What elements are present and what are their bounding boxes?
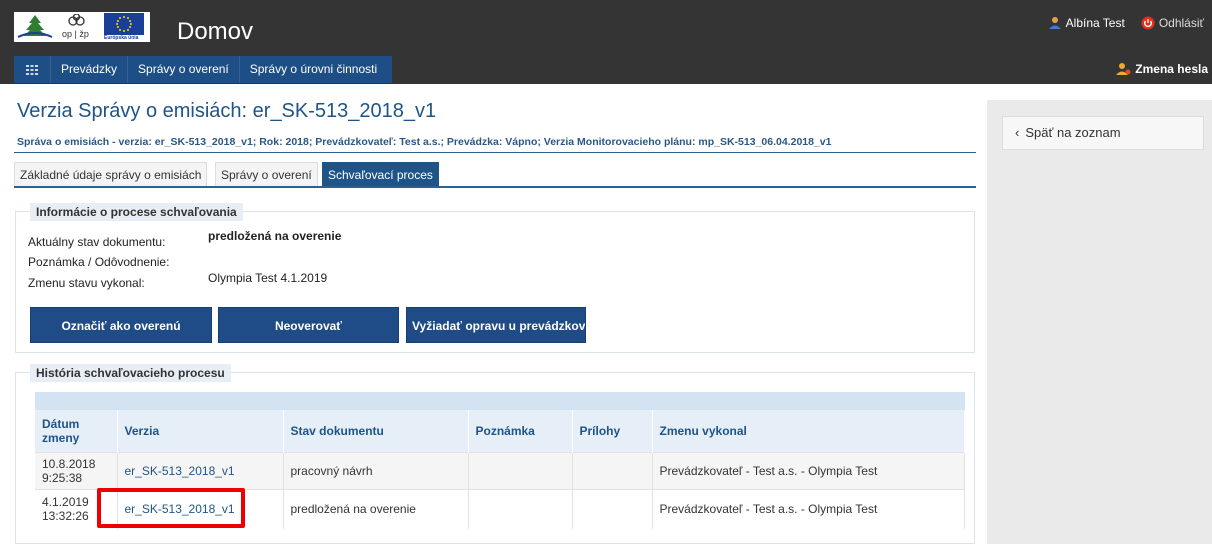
request-fix-button[interactable]: Vyžiadať opravu u prevádzkovateľa bbox=[406, 307, 586, 343]
note-label: Poznámka / Odôvodnenie: bbox=[28, 255, 170, 269]
op-zp-text: op | žp bbox=[62, 29, 89, 39]
column-header-date[interactable]: Dátum zmeny bbox=[35, 410, 118, 452]
change-password-label: Zmena hesla bbox=[1135, 62, 1208, 76]
time-value: 13:32:26 bbox=[42, 509, 89, 524]
date-value: 4.1.2019 bbox=[42, 495, 89, 510]
table-cell-date: 10.8.2018 9:25:38 bbox=[35, 451, 118, 489]
title-divider bbox=[14, 152, 976, 153]
table-cell-note bbox=[468, 488, 573, 529]
date-value: 10.8.2018 bbox=[42, 456, 96, 471]
table-cell-attachments bbox=[572, 451, 653, 489]
table-cell-version: er_SK-513_2018_v1 bbox=[117, 451, 284, 489]
key-user-icon bbox=[1116, 63, 1131, 75]
table-header-band bbox=[35, 392, 965, 410]
approval-info-panel: Informácie o procese schvaľovania Aktuál… bbox=[15, 203, 975, 353]
page-subtitle: Správa o emisiách - verzia: er_SK-513_20… bbox=[17, 136, 832, 148]
tab-bar: Základné údaje správy o emisiách Správy … bbox=[14, 162, 976, 188]
mark-verified-button[interactable]: Označiť ako overenú bbox=[30, 307, 212, 343]
op-symbol-icon bbox=[68, 13, 85, 26]
nav-item-prevadzky[interactable]: Prevádzky bbox=[51, 56, 127, 83]
eu-flag-icon bbox=[104, 13, 144, 35]
state-value: predložená na overenie bbox=[208, 229, 342, 243]
column-header-attachments[interactable]: Prílohy bbox=[572, 410, 653, 452]
not-verify-button[interactable]: Neoverovať bbox=[218, 307, 399, 343]
nav-bar: Prevádzky Správy o overení Správy o úrov… bbox=[0, 52, 1212, 84]
table-row: 10.8.2018 9:25:38 er_SK-513_2018_v1 praco… bbox=[35, 451, 965, 489]
table-cell-attachments bbox=[572, 488, 653, 529]
right-sidebar: ‹ Späť na zoznam bbox=[987, 100, 1212, 544]
approval-info-legend: Informácie o procese schvaľovania bbox=[30, 203, 243, 221]
main-content: Verzia Správy o emisiách: er_SK-513_2018… bbox=[14, 84, 976, 544]
column-header-note[interactable]: Poznámka bbox=[468, 410, 573, 452]
table-cell-note bbox=[468, 451, 573, 489]
table-cell-status: predložená na overenie bbox=[283, 488, 469, 529]
change-password-link[interactable]: Zmena hesla bbox=[1116, 62, 1208, 76]
tab-spravy-o-overeni[interactable]: Správy o overení bbox=[215, 162, 318, 186]
table-row: 4.1.2019 13:32:26 er_SK-513_2018_v1 predl… bbox=[35, 488, 965, 529]
history-table: Dátum zmeny Verzia Stav dokumentu Poznám… bbox=[35, 392, 965, 529]
column-header-status[interactable]: Stav dokumentu bbox=[283, 410, 469, 452]
table-header-row: Dátum zmeny Verzia Stav dokumentu Poznám… bbox=[35, 410, 965, 452]
state-label: Aktuálny stav dokumentu: bbox=[28, 235, 166, 249]
app-title[interactable]: Domov bbox=[177, 20, 253, 44]
column-header-version[interactable]: Verzia bbox=[117, 410, 284, 452]
main-menu: Prevádzky Správy o overení Správy o úrov… bbox=[14, 56, 392, 83]
logout-link[interactable]: Odhlásiť bbox=[1159, 16, 1204, 30]
table-cell-changed-by: Prevádzkovateľ - Test a.s. - Olympia Tes… bbox=[652, 488, 965, 529]
chevron-left-icon: ‹ bbox=[1015, 125, 1020, 140]
table-cell-version: er_SK-513_2018_v1 bbox=[117, 488, 284, 529]
logo-group[interactable]: op | žp Európska únia bbox=[14, 12, 150, 42]
approval-history-legend: História schvaľovacieho procesu bbox=[30, 364, 231, 382]
approval-history-panel: História schvaľovacieho procesu Dátum zm… bbox=[15, 364, 975, 544]
changed-by-value: Olympia Test 4.1.2019 bbox=[208, 271, 328, 285]
nav-item-spravy-o-overeni[interactable]: Správy o overení bbox=[128, 56, 239, 83]
top-header: op | žp Európska únia Domov Albína Test … bbox=[0, 0, 1212, 52]
nav-item-spravy-o-urovni-cinnosti[interactable]: Správy o úrovni činnosti bbox=[240, 56, 387, 83]
table-cell-changed-by: Prevádzkovateľ - Test a.s. - Olympia Tes… bbox=[652, 451, 965, 489]
page-title: Verzia Správy o emisiách: er_SK-513_2018… bbox=[17, 100, 437, 122]
table-cell-status: pracovný návrh bbox=[283, 451, 469, 489]
column-header-changed-by[interactable]: Zmenu vykonal bbox=[652, 410, 965, 452]
eu-logo-text: Európska únia bbox=[104, 35, 139, 41]
back-to-list-button[interactable]: ‹ Späť na zoznam bbox=[1002, 116, 1204, 150]
tab-zakladne-udaje[interactable]: Základné údaje správy o emisiách bbox=[14, 162, 208, 186]
eu-logo: Európska únia bbox=[100, 13, 148, 41]
back-to-list-label: Späť na zoznam bbox=[1025, 125, 1121, 140]
apps-grid-icon[interactable] bbox=[14, 56, 50, 83]
version-link[interactable]: er_SK-513_2018_v1 bbox=[125, 464, 235, 478]
table-cell-date: 4.1.2019 13:32:26 bbox=[35, 488, 118, 529]
version-link[interactable]: er_SK-513_2018_v1 bbox=[125, 502, 235, 516]
changed-by-label: Zmenu stavu vykonal: bbox=[28, 276, 145, 290]
user-name[interactable]: Albína Test bbox=[1066, 16, 1125, 30]
op-zp-logo: op | žp bbox=[58, 13, 96, 40]
time-value: 9:25:38 bbox=[42, 470, 83, 485]
user-area: Albína Test Odhlásiť bbox=[1048, 16, 1204, 30]
tree-logo-icon bbox=[17, 15, 53, 38]
tab-schvalovaci-proces[interactable]: Schvaľovací proces bbox=[322, 162, 439, 186]
user-icon bbox=[1048, 17, 1061, 29]
power-icon[interactable] bbox=[1141, 16, 1155, 30]
